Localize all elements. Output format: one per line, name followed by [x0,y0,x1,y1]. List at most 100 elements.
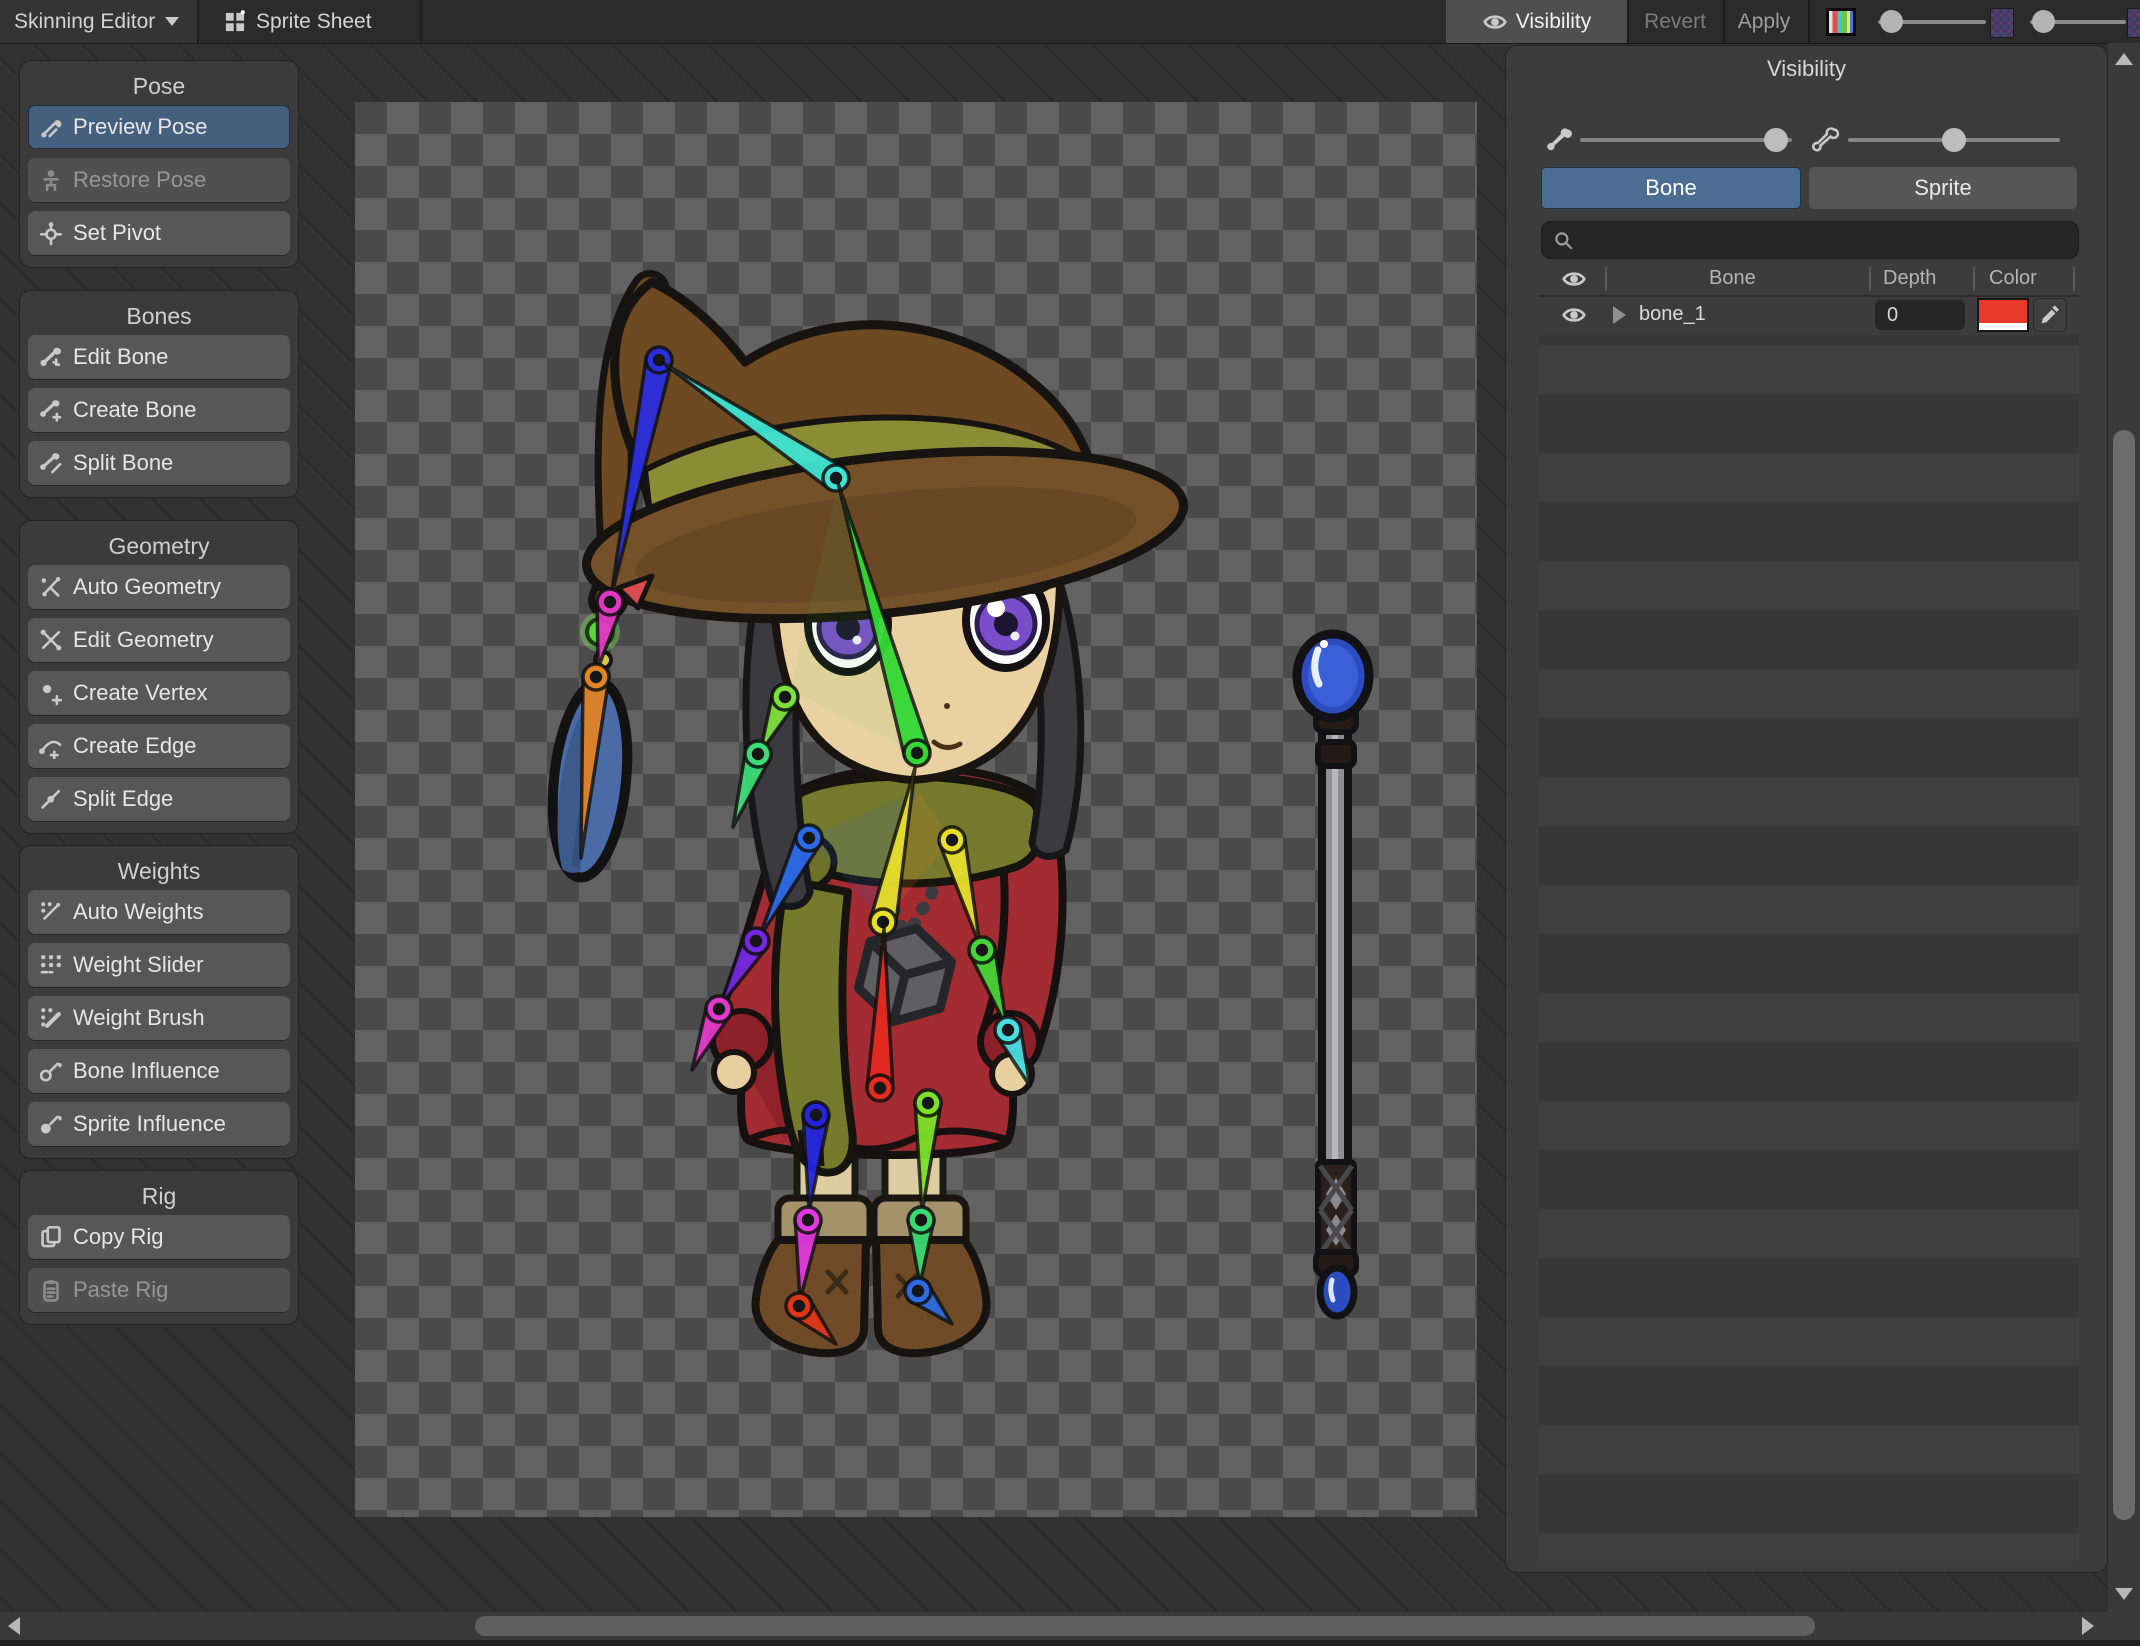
rig-panel-title: Rig [141,1183,177,1209]
bone-opacity-slider-track[interactable] [1580,138,1792,142]
expand-chevron-icon[interactable] [1613,306,1626,324]
set-pivot-button[interactable]: Set Pivot [28,211,290,255]
revert-label: Revert [1644,9,1706,33]
bone-influence-label: Bone Influence [73,1058,220,1083]
edit-geometry-button[interactable]: Edit Geometry [28,618,290,662]
paste-rig-label: Paste Rig [73,1277,169,1302]
auto-geometry-button[interactable]: Auto Geometry [28,565,290,609]
set-pivot-icon [38,220,64,246]
weights-panel-title: Weights [117,858,201,884]
horizontal-scrollbar-thumb[interactable] [475,1616,1815,1636]
apply-button[interactable]: Apply [1723,0,1805,43]
edit-bone-button[interactable]: Edit Bone [28,335,290,379]
bone-name-label[interactable]: bone_1 [1639,303,1706,326]
weight-slider-button[interactable]: Weight Slider [28,943,290,987]
visibility-panel-title: Visibility [1766,56,1847,81]
weights-panel: Weights Auto Weights Weight Slider Weigh… [19,845,299,1159]
create-edge-label: Create Edge [73,733,197,758]
visibility-label: Visibility [1515,9,1592,33]
auto-weights-label: Auto Weights [73,899,204,924]
split-edge-icon [38,786,64,812]
color-column-header[interactable]: Color [1989,267,2037,290]
weight-slider-icon [38,952,64,978]
depth-column-header[interactable]: Depth [1883,267,1936,290]
sprite-opacity-slider-knob[interactable] [1880,10,1903,33]
vertical-scrollbar-thumb[interactable] [2113,430,2135,1520]
sprite-opacity-icon [1812,126,1840,154]
visibility-column-eye-icon [1561,266,1587,292]
bones-panel-title: Bones [126,303,192,329]
restore-pose-label: Restore Pose [73,167,207,192]
weight-brush-button[interactable]: Weight Brush [28,996,290,1040]
geometry-panel-title: Geometry [108,533,210,559]
eyedropper-button[interactable] [2033,298,2067,332]
split-bone-label: Split Bone [73,450,174,475]
edit-bone-label: Edit Bone [73,344,169,369]
window-bottom-edge [0,1640,2140,1646]
scroll-right-arrow-icon[interactable] [2082,1617,2094,1635]
pose-panel: Pose Preview Pose Restore Pose Set Pivot [19,60,299,268]
overlay-opacity-slider-knob[interactable] [2032,10,2055,33]
scroll-down-arrow-icon[interactable] [2115,1588,2133,1600]
character-sprite[interactable] [355,102,1477,1517]
toolbar: Skinning Editor Sprite Sheet Visibility … [0,0,2140,44]
tab-bone-label: Bone [1645,175,1697,200]
bone-list-empty-rows[interactable] [1539,335,2079,1561]
bone-color-swatch[interactable] [1977,298,2029,332]
eyedropper-icon [2038,303,2062,327]
restore-pose-button[interactable]: Restore Pose [28,158,290,202]
copy-rig-icon [38,1224,64,1250]
bone-influence-button[interactable]: Bone Influence [28,1049,290,1093]
create-bone-label: Create Bone [73,397,197,422]
auto-weights-button[interactable]: Auto Weights [28,890,290,934]
weight-brush-label: Weight Brush [73,1005,205,1030]
split-edge-label: Split Edge [73,786,174,811]
scroll-up-arrow-icon[interactable] [2115,53,2133,65]
rig-panel: Rig Copy Rig Paste Rig [19,1170,299,1325]
weight-brush-icon [38,1005,64,1031]
sprite-sheet-label: Sprite Sheet [256,9,372,33]
tab-bone[interactable]: Bone [1541,167,1801,209]
skinning-editor-dropdown[interactable]: Skinning Editor [0,0,197,43]
auto-geometry-label: Auto Geometry [73,574,221,599]
horizontal-scrollbar[interactable] [0,1612,2108,1640]
sprite-color-palette-icon[interactable] [1826,8,1856,36]
copy-rig-button[interactable]: Copy Rig [28,1215,290,1259]
split-bone-button[interactable]: Split Bone [28,441,290,485]
column-divider [1605,267,1607,291]
bones-panel: Bones Edit Bone Create Bone Split Bone [19,290,299,498]
skinning-editor-label: Skinning Editor [14,9,156,33]
bone-column-header[interactable]: Bone [1709,267,1756,290]
search-input[interactable] [1574,227,2058,253]
split-bone-icon [38,450,64,476]
sprite-sheet-button[interactable]: Sprite Sheet [222,0,372,43]
revert-button[interactable]: Revert [1627,0,1723,43]
copy-rig-label: Copy Rig [73,1224,164,1249]
sprite-opacity-slider-knob2[interactable] [1942,128,1966,152]
scroll-left-arrow-icon[interactable] [8,1617,20,1635]
create-edge-button[interactable]: Create Edge [28,724,290,768]
preview-pose-button[interactable]: Preview Pose [28,105,290,149]
set-pivot-label: Set Pivot [73,220,162,245]
sprite-influence-button[interactable]: Sprite Influence [28,1102,290,1146]
toolbar-divider [420,0,422,43]
bone-depth-input[interactable]: 0 [1875,300,1965,330]
sprite-influence-icon [38,1111,64,1137]
bone-search-field[interactable] [1541,221,2079,259]
bone-table-row[interactable]: bone_1 0 [1539,295,2079,335]
vertical-scrollbar[interactable] [2108,43,2140,1640]
chevron-down-icon [165,17,180,26]
split-edge-button[interactable]: Split Edge [28,777,290,821]
create-vertex-button[interactable]: Create Vertex [28,671,290,715]
create-bone-button[interactable]: Create Bone [28,388,290,432]
eye-icon [1482,9,1508,35]
toolbar-divider [197,0,199,43]
bone-visibility-eye-icon[interactable] [1561,302,1587,328]
paste-rig-button[interactable]: Paste Rig [28,1268,290,1312]
preview-pose-icon [38,114,64,140]
visibility-toggle-button[interactable]: Visibility [1446,0,1627,43]
tab-sprite[interactable]: Sprite [1809,167,2077,209]
edit-bone-icon [38,344,64,370]
bone-opacity-slider-knob[interactable] [1764,128,1788,152]
preview-pose-label: Preview Pose [73,114,208,139]
